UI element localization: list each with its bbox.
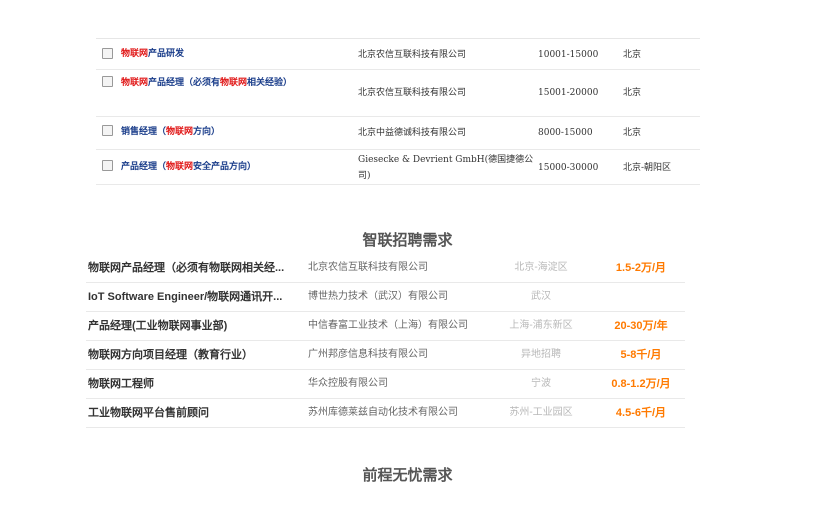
salary: 15001-20000 xyxy=(538,88,599,98)
job-title-link[interactable]: 物联网工程师 xyxy=(88,370,300,398)
job-title-link[interactable]: 工业物联网平台售前顾问 xyxy=(88,399,300,427)
job-checkbox[interactable] xyxy=(102,76,113,87)
company-name[interactable]: 博世热力技术（武汉）有限公司 xyxy=(308,283,448,311)
section-title: 智联招聘需求 xyxy=(362,232,453,249)
job-title-link[interactable]: 产品经理(工业物联网事业部) xyxy=(88,312,300,340)
salary: 4.5-6千/月 xyxy=(615,407,667,419)
table-row: 物联网方向项目经理（教育行业） 广州邦彦信息科技有限公司 异地招聘 5-8千/月 xyxy=(86,341,685,370)
job-title-link[interactable]: 物联网产品经理（必须有物联网相关经验） xyxy=(121,76,311,91)
table-row: IoT Software Engineer/物联网通讯开... 博世热力技术（武… xyxy=(86,283,685,312)
location: 武汉 xyxy=(531,291,551,302)
salary: 10001-15000 xyxy=(538,50,599,60)
job-title-link[interactable]: 产品经理（物联网安全产品方向） xyxy=(121,160,311,175)
job-title-link[interactable]: IoT Software Engineer/物联网通讯开... xyxy=(88,283,300,311)
company-name[interactable]: 北京农信互联科技有限公司 xyxy=(358,47,538,63)
company-name[interactable]: 北京农信互联科技有限公司 xyxy=(308,254,428,282)
location: 北京-海淀区 xyxy=(514,262,568,273)
table-row: 物联网产品研发 北京农信互联科技有限公司 10001-15000 北京 xyxy=(96,39,700,70)
location: 北京 xyxy=(623,88,642,98)
job-checkbox[interactable] xyxy=(102,48,113,59)
table-row: 产品经理(工业物联网事业部) 中信春富工业技术（上海）有限公司 上海-浦东新区 … xyxy=(86,312,685,341)
table-row: 销售经理（物联网方向） 北京中益德诚科技有限公司 8000-15000 北京 xyxy=(96,117,700,150)
section-title: 前程无忧需求 xyxy=(362,467,453,484)
location: 异地招聘 xyxy=(521,349,561,360)
company-name[interactable]: Giesecke & Devrient GmbH(德国捷德公司) xyxy=(358,152,543,184)
job-checkbox[interactable] xyxy=(102,160,113,171)
location: 北京 xyxy=(623,128,642,138)
job-title-link[interactable]: 物联网方向项目经理（教育行业） xyxy=(88,341,300,369)
salary: 0.8-1.2万/月 xyxy=(611,378,671,390)
company-name[interactable]: 苏州库德莱兹自动化技术有限公司 xyxy=(308,399,458,427)
company-name[interactable]: 广州邦彦信息科技有限公司 xyxy=(308,341,428,369)
job-table-1: 物联网产品研发 北京农信互联科技有限公司 10001-15000 北京 物联网产… xyxy=(96,38,700,185)
company-name[interactable]: 北京农信互联科技有限公司 xyxy=(358,85,538,101)
location: 上海-浦东新区 xyxy=(509,320,573,331)
table-row: 物联网产品经理（必须有物联网相关经验） 北京农信互联科技有限公司 15001-2… xyxy=(96,70,700,117)
job-table-2: 物联网产品经理（必须有物联网相关经... 北京农信互联科技有限公司 北京-海淀区… xyxy=(86,254,685,428)
location: 苏州-工业园区 xyxy=(509,407,573,418)
job-title-link[interactable]: 销售经理（物联网方向） xyxy=(121,125,311,140)
job-title-link[interactable]: 物联网产品研发 xyxy=(121,47,311,62)
salary: 8000-15000 xyxy=(538,128,593,138)
salary: 5-8千/月 xyxy=(620,349,662,361)
company-name[interactable]: 北京中益德诚科技有限公司 xyxy=(358,125,538,141)
table-row: 物联网产品经理（必须有物联网相关经... 北京农信互联科技有限公司 北京-海淀区… xyxy=(86,254,685,283)
job-title-link[interactable]: 物联网产品经理（必须有物联网相关经... xyxy=(88,254,300,282)
job-checkbox[interactable] xyxy=(102,125,113,136)
salary: 15000-30000 xyxy=(538,163,599,173)
company-name[interactable]: 华众控股有限公司 xyxy=(308,370,388,398)
company-name[interactable]: 中信春富工业技术（上海）有限公司 xyxy=(308,312,468,340)
location: 宁波 xyxy=(531,378,551,389)
location: 北京 xyxy=(623,50,642,60)
salary: 1.5-2万/月 xyxy=(615,262,667,274)
table-row: 物联网工程师 华众控股有限公司 宁波 0.8-1.2万/月 xyxy=(86,370,685,399)
table-row: 工业物联网平台售前顾问 苏州库德莱兹自动化技术有限公司 苏州-工业园区 4.5-… xyxy=(86,399,685,428)
table-row: 产品经理（物联网安全产品方向） Giesecke & Devrient GmbH… xyxy=(96,150,700,185)
location: 北京-朝阳区 xyxy=(623,163,672,173)
salary: 20-30万/年 xyxy=(614,320,668,332)
